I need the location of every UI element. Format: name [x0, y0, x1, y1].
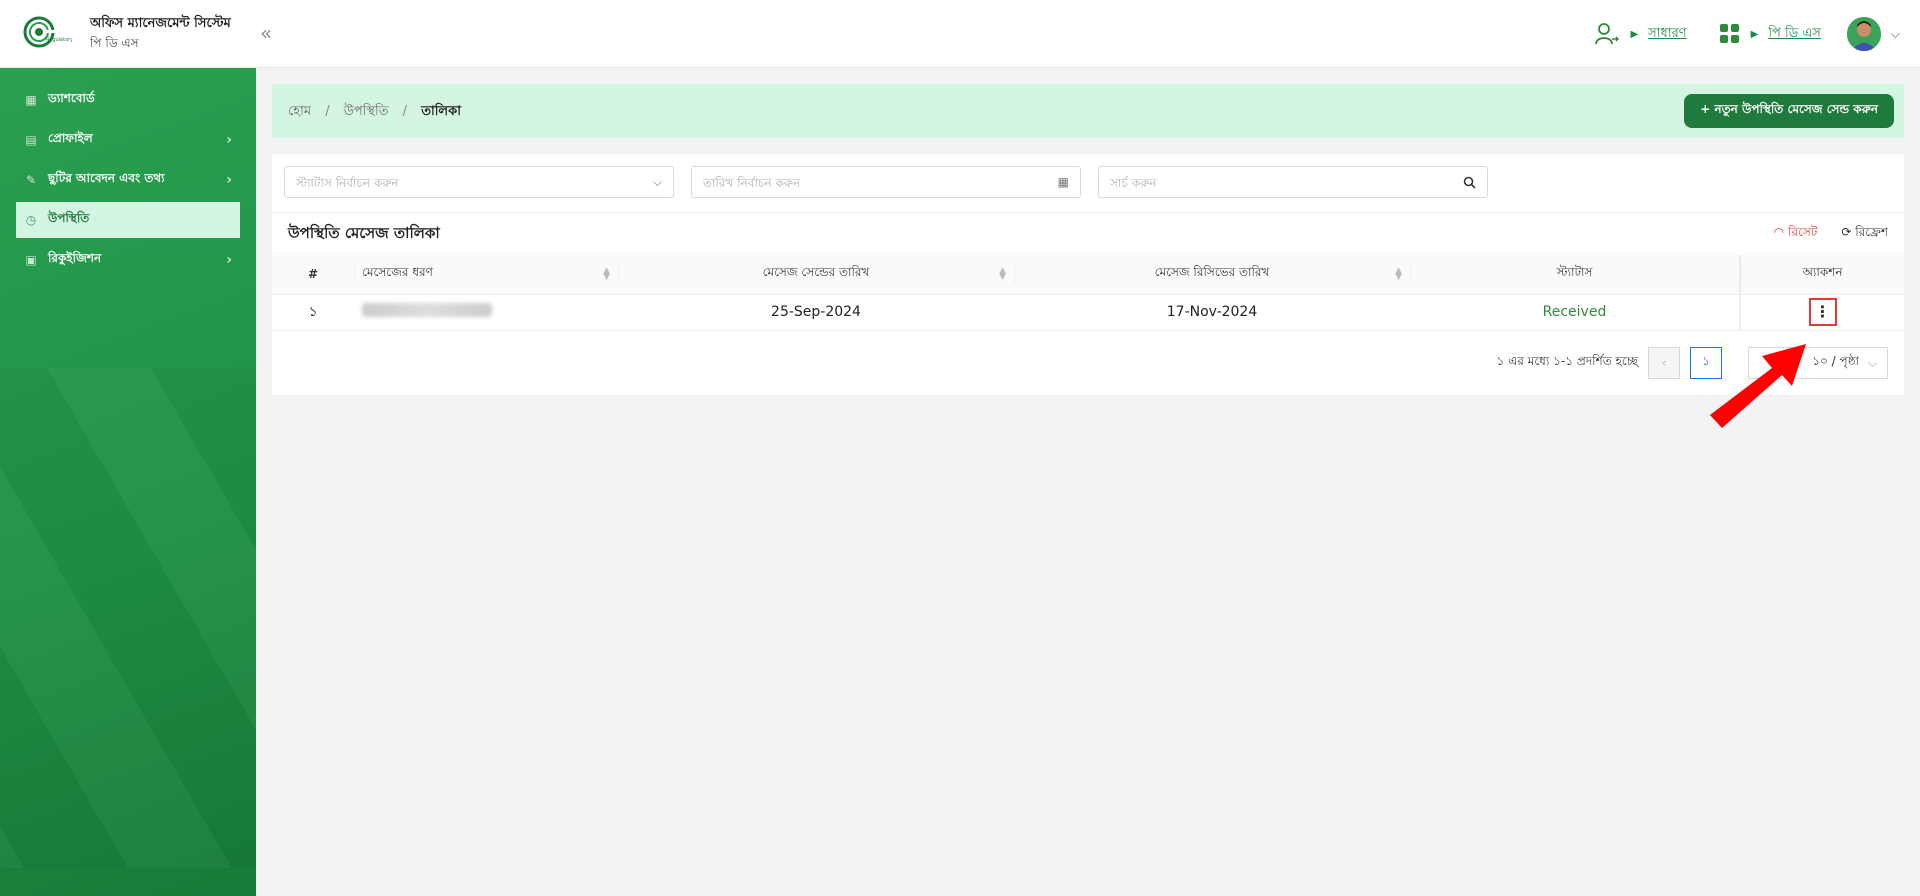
top-header: Regulatory অফিস ম্যানেজমেন্ট সিস্টেম পি …	[0, 0, 1920, 68]
sidebar-item-label: রিকুইজিশন	[48, 251, 102, 265]
more-actions-icon[interactable]: ⋮	[1808, 298, 1837, 326]
sidebar-item-label: ছুটির আবেদন এবং তথ্য	[48, 171, 165, 185]
row-sent-date: 25-Sep-2024	[618, 294, 1014, 331]
sidebar-item-label: উপস্থিতি	[48, 211, 90, 225]
pagination: ১ এর মধ্যে ১-১ প্রদর্শিত হচ্ছে ‹ ১ ১০ / …	[1497, 347, 1888, 379]
sidebar-item-label: প্রোফাইল	[48, 131, 93, 145]
annotation-arrow-icon	[1710, 344, 1806, 428]
app-title: অফিস ম্যানেজমেন্ট সিস্টেম	[90, 16, 231, 31]
pagination-summary: ১ এর মধ্যে ১-১ প্রদর্শিত হচ্ছে	[1496, 354, 1638, 368]
sidebar: ▦ ড্যাশবোর্ড ▤ প্রোফাইল › ✎ ছুটির আবেদন …	[0, 68, 256, 896]
clock-icon: ◷	[25, 213, 37, 227]
breadcrumb-current: তালিকা	[421, 104, 461, 119]
col-index: #	[272, 255, 354, 295]
caret-right-icon: ▶	[1630, 28, 1639, 40]
apps-grid-icon[interactable]	[1719, 23, 1741, 45]
chevron-right-icon: ›	[226, 252, 232, 268]
search-icon[interactable]	[1463, 176, 1476, 189]
row-message-type	[354, 294, 618, 331]
sort-icon[interactable]: ▲ ▼	[603, 267, 610, 282]
table-actions: ◠ রিসেট ⟳ রিফ্রেশ	[1774, 224, 1888, 244]
search-placeholder: সার্চ করুন	[1110, 176, 1157, 190]
sort-icon[interactable]: ▲ ▼	[1395, 267, 1402, 282]
table-header-row: # মেসেজের ধরণ ▲ ▼ মেসেজ সেন্ডের তারিখ ▲ ▼ …	[272, 255, 1904, 295]
collapse-sidebar-icon[interactable]: «	[260, 21, 272, 45]
col-received-date[interactable]: মেসেজ রিসিভের তারিখ ▲ ▼	[1014, 255, 1410, 295]
leave-icon: ✎	[25, 173, 37, 187]
search-input[interactable]: সার্চ করুন	[1098, 166, 1488, 198]
new-attendance-message-button[interactable]: + নতুন উপস্থিতি মেসেজ সেন্ড করুন	[1684, 94, 1894, 128]
sidebar-item-label: ড্যাশবোর্ড	[48, 91, 95, 105]
user-switch-icon[interactable]	[1594, 21, 1620, 47]
refresh-button[interactable]: ⟳ রিফ্রেশ	[1841, 224, 1888, 244]
table-row: ১ 25-Sep-2024 17-Nov-2024 Received ⋮	[272, 294, 1904, 331]
module-link[interactable]: পি ডি এস	[1768, 24, 1821, 45]
chevron-down-icon: ⌵	[652, 175, 662, 189]
sort-icon[interactable]: ▲ ▼	[999, 267, 1006, 282]
row-status: Received	[1410, 294, 1740, 331]
header-right: ▶ সাধারণ ▶ পি ডি এস ⌵	[1594, 16, 1900, 52]
chevron-right-icon: ›	[226, 172, 232, 188]
refresh-icon: ⟳	[1841, 225, 1852, 239]
attendance-message-table: # মেসেজের ধরণ ▲ ▼ মেসেজ সেন্ডের তারিখ ▲ ▼ …	[272, 255, 1904, 331]
col-status: স্ট্যাটাস	[1410, 255, 1740, 295]
filter-bar: স্ট্যাটাস নির্বাচন করুন ⌵ তারিখ নির্বাচন…	[284, 166, 1488, 198]
table-title: উপস্থিতি মেসেজ তালিকা	[288, 224, 440, 242]
sidebar-item-dashboard[interactable]: ▦ ড্যাশবোর্ড	[16, 82, 240, 118]
sidebar-item-leave[interactable]: ✎ ছুটির আবেদন এবং তথ্য ›	[16, 162, 240, 198]
svg-text:Regulatory: Regulatory	[46, 37, 72, 43]
breadcrumb-bar: হোম / উপস্থিতি / তালিকা + নতুন উপস্থিতি …	[272, 84, 1904, 138]
col-message-type[interactable]: মেসেজের ধরণ ▲ ▼	[354, 255, 618, 295]
date-placeholder: তারিখ নির্বাচন করুন	[703, 176, 801, 190]
breadcrumb-section[interactable]: উপস্থিতি	[344, 104, 389, 119]
prev-page-button[interactable]: ‹	[1648, 347, 1680, 379]
sidebar-item-profile[interactable]: ▤ প্রোফাইল ›	[16, 122, 240, 158]
row-received-date: 17-Nov-2024	[1014, 294, 1410, 331]
breadcrumb: হোম / উপস্থিতি / তালিকা	[288, 104, 461, 119]
content-card: স্ট্যাটাস নির্বাচন করুন ⌵ তারিখ নির্বাচন…	[272, 154, 1904, 395]
app-subtitle: পি ডি এস	[90, 36, 139, 50]
profile-icon: ▤	[25, 133, 37, 147]
status-select[interactable]: স্ট্যাটাস নির্বাচন করুন ⌵	[284, 166, 674, 198]
requisition-icon: ▣	[25, 253, 37, 267]
date-picker[interactable]: তারিখ নির্বাচন করুন ▦	[691, 166, 1081, 198]
avatar[interactable]	[1846, 17, 1881, 51]
row-action: ⋮	[1739, 294, 1904, 331]
sidebar-item-attendance[interactable]: ◷ উপস্থিতি	[16, 202, 240, 238]
chevron-down-icon[interactable]: ⌵	[1891, 27, 1900, 42]
chevron-right-icon: ›	[226, 132, 232, 148]
col-action: অ্যাকশন	[1739, 255, 1904, 295]
reset-icon: ◠	[1773, 225, 1785, 239]
reset-button[interactable]: ◠ রিসেট	[1774, 224, 1818, 244]
redacted-text	[362, 303, 492, 317]
caret-right-icon: ▶	[1750, 28, 1759, 40]
sidebar-item-requisition[interactable]: ▣ রিকুইজিশন ›	[16, 242, 240, 278]
breadcrumb-home[interactable]: হোম	[288, 104, 311, 119]
chevron-down-icon: ⌵	[1867, 355, 1877, 370]
dashboard-icon: ▦	[25, 93, 37, 107]
status-placeholder: স্ট্যাটাস নির্বাচন করুন	[296, 176, 399, 190]
calendar-icon: ▦	[1057, 175, 1069, 189]
col-sent-date[interactable]: মেসেজ সেন্ডের তারিখ ▲ ▼	[618, 255, 1014, 295]
logo-icon: Regulatory	[23, 16, 72, 48]
row-index: ১	[272, 294, 354, 331]
reset-label: রিসেট	[1787, 225, 1818, 239]
refresh-label: রিফ্রেশ	[1855, 225, 1888, 239]
role-link[interactable]: সাধারণ	[1648, 24, 1686, 45]
